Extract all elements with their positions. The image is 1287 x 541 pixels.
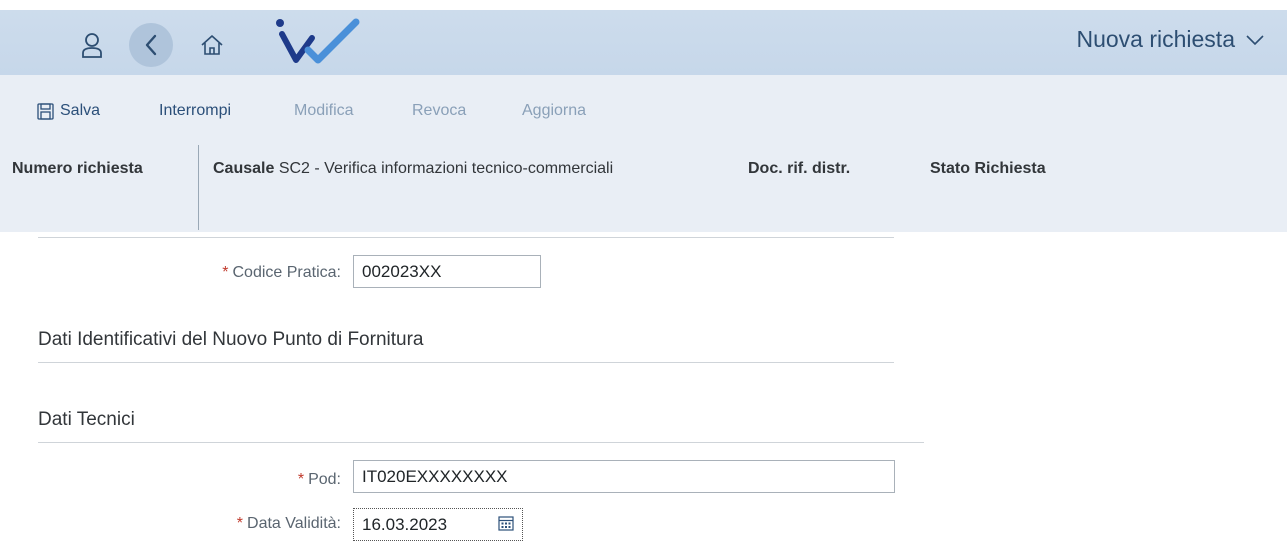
pod-label: * Pod: — [298, 471, 341, 489]
section-divider — [38, 237, 894, 238]
request-header: Numero richiesta Causale SC2 - Verifica … — [0, 143, 1287, 232]
revoke-button[interactable]: Revoca — [412, 102, 466, 120]
section-title-dati-tecnici: Dati Tecnici — [38, 409, 135, 430]
modify-button[interactable]: Modifica — [294, 102, 354, 120]
pod-input[interactable] — [353, 460, 895, 493]
request-number-label: Numero richiesta — [12, 160, 143, 177]
action-toolbar: Salva Interrompi Modifica Revoca Aggiorn… — [0, 75, 1287, 143]
back-button[interactable] — [129, 23, 173, 67]
doc-ref-label: Doc. rif. distr. — [748, 160, 851, 177]
app-logo[interactable] — [272, 16, 364, 66]
codice-pratica-input[interactable] — [353, 255, 541, 288]
user-button[interactable] — [70, 23, 114, 67]
pod-label-text: Pod: — [308, 471, 341, 488]
app-title-menu[interactable]: Nuova richiesta — [1076, 26, 1265, 53]
save-icon — [37, 102, 54, 120]
header-divider — [198, 145, 199, 230]
codice-pratica-label: * Codice Pratica: — [222, 264, 341, 282]
update-button[interactable]: Aggiorna — [522, 102, 586, 120]
save-label: Salva — [60, 102, 101, 119]
interrupt-button[interactable]: Interrompi — [159, 102, 231, 120]
home-icon — [201, 35, 223, 55]
calendar-icon[interactable] — [498, 515, 514, 531]
section-divider — [38, 362, 894, 363]
shell-bar: Nuova richiesta — [0, 10, 1287, 75]
save-button[interactable]: Salva — [37, 102, 100, 120]
data-validita-label: * Data Validità: — [237, 515, 341, 533]
modify-label: Modifica — [294, 102, 354, 119]
causale-field: Causale SC2 - Verifica informazioni tecn… — [213, 160, 613, 178]
app-title: Nuova richiesta — [1076, 26, 1235, 52]
data-validita-label-text: Data Validità: — [247, 515, 341, 532]
home-button[interactable] — [190, 23, 234, 67]
back-icon — [145, 34, 157, 56]
causale-label: Causale — [213, 160, 275, 177]
section-title-punto-fornitura: Dati Identificativi del Nuovo Punto di F… — [38, 329, 424, 350]
codice-pratica-label-text: Codice Pratica: — [232, 264, 342, 281]
required-marker: * — [236, 515, 244, 532]
required-marker: * — [222, 264, 229, 281]
data-validita-datepicker — [353, 508, 523, 541]
chevron-down-icon — [1246, 34, 1264, 45]
required-marker: * — [297, 471, 305, 488]
user-icon — [82, 33, 102, 58]
update-label: Aggiorna — [522, 102, 587, 119]
interrupt-label: Interrompi — [159, 102, 232, 119]
causale-value: SC2 - Verifica informazioni tecnico-comm… — [278, 160, 614, 177]
revoke-label: Revoca — [412, 102, 467, 119]
status-label: Stato Richiesta — [930, 160, 1046, 177]
section-divider — [38, 442, 924, 443]
